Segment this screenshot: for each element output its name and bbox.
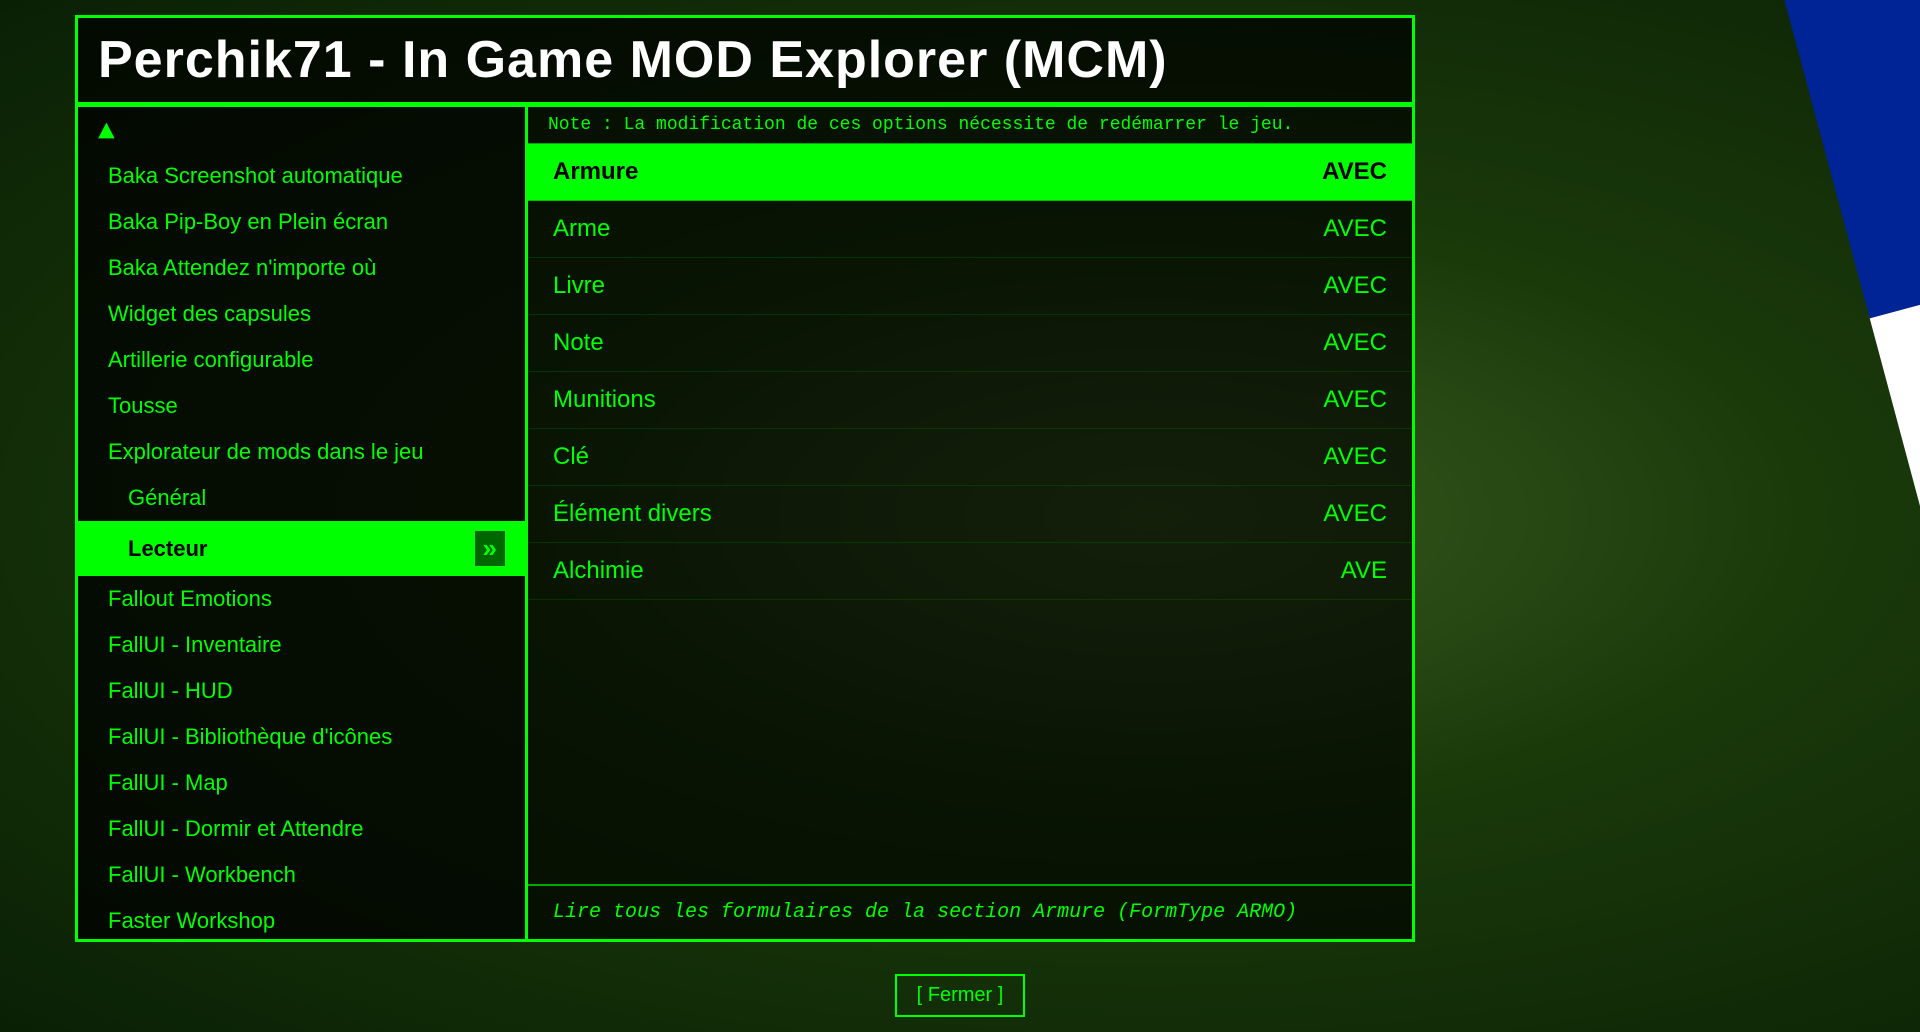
panel-row-note[interactable]: Note AVEC xyxy=(528,315,1412,372)
sidebar-items-container: Baka Screenshot automatiqueBaka Pip-Boy … xyxy=(78,153,525,939)
sidebar-item-explorateur[interactable]: Explorateur de mods dans le jeu xyxy=(78,429,525,475)
row-label: Munitions xyxy=(553,386,656,414)
active-chevron-icon: » xyxy=(475,531,505,566)
panel-note: Note : La modification de ces options né… xyxy=(528,107,1412,144)
panel-row-armure[interactable]: Armure AVEC xyxy=(528,144,1412,201)
panel-row-livre[interactable]: Livre AVEC xyxy=(528,258,1412,315)
row-value: AVEC xyxy=(1323,443,1387,471)
panel-row-alchimie[interactable]: Alchimie AVE xyxy=(528,543,1412,600)
right-panel: Note : La modification de ces options né… xyxy=(528,105,1412,939)
panel-row-element-divers[interactable]: Élément divers AVEC xyxy=(528,486,1412,543)
sidebar-item-fallui-hud[interactable]: FallUI - HUD xyxy=(78,668,525,714)
row-label: Élément divers xyxy=(553,500,712,528)
sidebar-item-general[interactable]: Général xyxy=(78,475,525,521)
row-label: Clé xyxy=(553,443,589,471)
row-label: Alchimie xyxy=(553,557,644,585)
ribbon-white xyxy=(1870,251,1920,769)
sidebar-item-fallui-map[interactable]: FallUI - Map xyxy=(78,760,525,806)
row-value: AVE xyxy=(1341,557,1387,585)
panel-row-cle[interactable]: Clé AVEC xyxy=(528,429,1412,486)
panel-footer: Lire tous les formulaires de la section … xyxy=(528,884,1412,939)
row-label: Arme xyxy=(553,215,610,243)
sidebar-item-tousse[interactable]: Tousse xyxy=(78,383,525,429)
sidebar-item-lecteur[interactable]: Lecteur » xyxy=(78,521,525,576)
row-value: AVEC xyxy=(1323,272,1387,300)
row-value: AVEC xyxy=(1322,158,1387,186)
sidebar-item-fallui-workbench[interactable]: FallUI - Workbench xyxy=(78,852,525,898)
row-label: Note xyxy=(553,329,604,357)
sidebar-item-baka-screenshot[interactable]: Baka Screenshot automatique xyxy=(78,153,525,199)
scroll-up-arrow[interactable]: ▲ xyxy=(78,112,525,153)
sidebar-item-baka-pipboy[interactable]: Baka Pip-Boy en Plein écran xyxy=(78,199,525,245)
row-label: Armure xyxy=(553,158,638,186)
row-label: Livre xyxy=(553,272,605,300)
panel-rows: ArmureAVECArmeAVECLivreAVECNoteAVECMunit… xyxy=(528,144,1412,600)
main-ui-frame: Perchik71 - In Game MOD Explorer (MCM) ▲… xyxy=(75,15,1415,942)
panel-rows-container[interactable]: ArmureAVECArmeAVECLivreAVECNoteAVECMunit… xyxy=(528,144,1412,884)
sidebar-item-fallui-biblio[interactable]: FallUI - Bibliothèque d'icônes xyxy=(78,714,525,760)
sidebar-item-fallui-inventaire[interactable]: FallUI - Inventaire xyxy=(78,622,525,668)
french-flag-ribbon xyxy=(1600,0,1920,1032)
row-value: AVEC xyxy=(1323,329,1387,357)
bottom-controls: [ Fermer ] xyxy=(0,974,1920,1017)
sidebar-item-fallout-emotions[interactable]: Fallout Emotions xyxy=(78,576,525,622)
sidebar-item-widget-capsules[interactable]: Widget des capsules xyxy=(78,291,525,337)
row-value: AVEC xyxy=(1323,500,1387,528)
window-title: Perchik71 - In Game MOD Explorer (MCM) xyxy=(98,30,1168,90)
sidebar[interactable]: ▲ Baka Screenshot automatiqueBaka Pip-Bo… xyxy=(78,105,528,939)
panel-row-munitions[interactable]: Munitions AVEC xyxy=(528,372,1412,429)
row-value: AVEC xyxy=(1323,386,1387,414)
close-button[interactable]: [ Fermer ] xyxy=(895,974,1026,1017)
sidebar-item-baka-attendez[interactable]: Baka Attendez n'importe où xyxy=(78,245,525,291)
panel-row-arme[interactable]: Arme AVEC xyxy=(528,201,1412,258)
main-content: ▲ Baka Screenshot automatiqueBaka Pip-Bo… xyxy=(78,105,1412,939)
sidebar-item-fallui-dormir[interactable]: FallUI - Dormir et Attendre xyxy=(78,806,525,852)
title-bar: Perchik71 - In Game MOD Explorer (MCM) xyxy=(78,18,1412,105)
sidebar-item-artillerie[interactable]: Artillerie configurable xyxy=(78,337,525,383)
sidebar-item-faster-workshop[interactable]: Faster Workshop xyxy=(78,898,525,939)
sidebar-item-label: Lecteur xyxy=(128,536,207,562)
ribbon-stripes xyxy=(1749,0,1920,1032)
ribbon-blue xyxy=(1749,0,1920,318)
row-value: AVEC xyxy=(1323,215,1387,243)
